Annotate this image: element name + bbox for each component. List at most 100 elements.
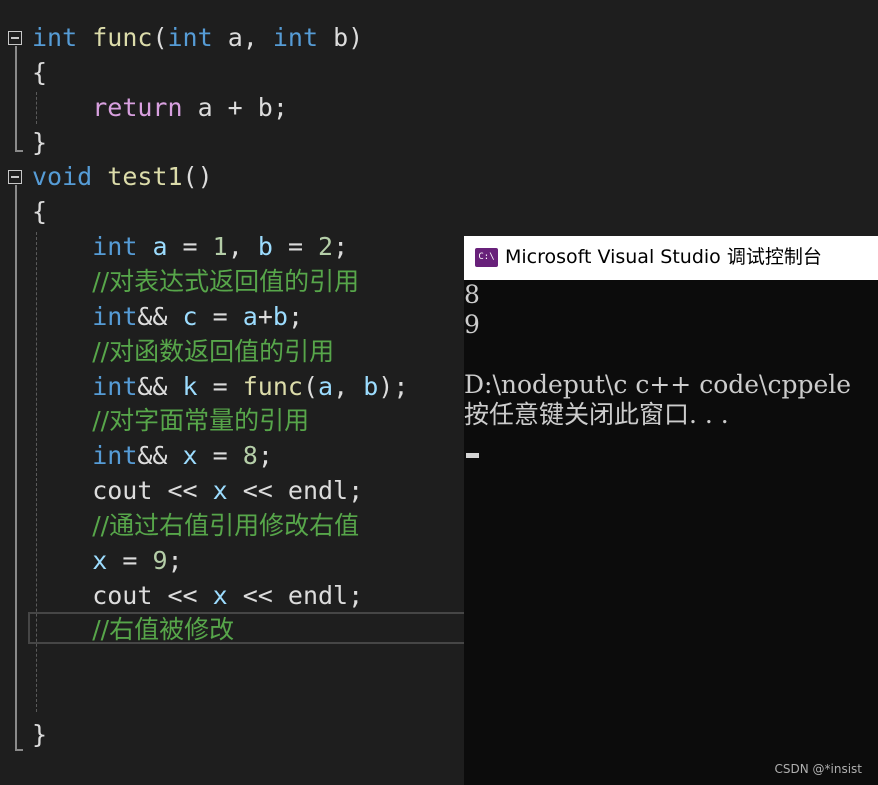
code-token: ; bbox=[287, 302, 303, 331]
code-token: ( bbox=[152, 23, 168, 52]
code-token: int bbox=[167, 23, 213, 52]
code-token: ; bbox=[167, 546, 183, 575]
code-token: x bbox=[182, 441, 198, 470]
code-token: ( bbox=[302, 372, 319, 401]
func-fold-end bbox=[15, 150, 23, 152]
code-token: int bbox=[92, 372, 138, 401]
code-token: x bbox=[92, 546, 108, 575]
code-token: int bbox=[92, 302, 138, 331]
code-line[interactable]: int func(int a, int b) bbox=[32, 21, 363, 55]
code-token: << endl; bbox=[227, 476, 364, 505]
code-token: = bbox=[197, 441, 243, 470]
code-line[interactable]: void test1() bbox=[32, 160, 213, 194]
code-token: //通过右值引用修改右值 bbox=[92, 511, 360, 540]
code-line[interactable]: cout << x << endl; bbox=[32, 474, 363, 508]
code-token: && bbox=[137, 441, 183, 470]
code-token: = bbox=[197, 372, 243, 401]
code-token: //右值被修改 bbox=[92, 615, 235, 644]
code-token: b bbox=[257, 232, 273, 261]
code-editor[interactable]: int func(int a, int b) { return a + b;} vo… bbox=[0, 0, 878, 785]
code-token: { bbox=[32, 58, 48, 87]
code-line[interactable]: int&& c = a+b; bbox=[32, 300, 303, 334]
code-line[interactable]: int&& k = func(a, b); bbox=[32, 370, 408, 404]
code-token: //对函数返回值的引用 bbox=[92, 337, 335, 366]
collapse-func-icon[interactable] bbox=[8, 31, 22, 45]
code-line[interactable]: int&& x = 8; bbox=[32, 439, 273, 473]
code-token: void bbox=[32, 162, 93, 191]
collapse-test1-icon[interactable] bbox=[8, 170, 22, 184]
code-token: c bbox=[182, 302, 198, 331]
code-token: func bbox=[92, 23, 153, 52]
console-cursor bbox=[466, 453, 479, 458]
code-token: , bbox=[227, 232, 258, 261]
vs-console-icon: C:\ bbox=[475, 248, 498, 267]
code-token: b bbox=[272, 302, 288, 331]
code-token: a bbox=[318, 372, 334, 401]
code-line[interactable]: cout << x << endl; bbox=[32, 579, 363, 613]
code-line[interactable]: //对字面常量的引用 bbox=[32, 404, 309, 438]
code-token: } bbox=[32, 128, 48, 157]
test1-fold-line bbox=[15, 185, 17, 749]
code-token: int bbox=[92, 441, 138, 470]
code-token: a, bbox=[212, 23, 273, 52]
code-token: cout << bbox=[32, 581, 213, 610]
code-token: = bbox=[167, 232, 213, 261]
code-token: ; bbox=[333, 232, 349, 261]
console-output-line: 9 bbox=[464, 310, 480, 339]
code-line[interactable]: { bbox=[32, 56, 47, 90]
code-line[interactable]: //对表达式返回值的引用 bbox=[32, 265, 359, 299]
code-token: int bbox=[272, 23, 319, 52]
code-token: return bbox=[92, 93, 183, 122]
func-fold-line bbox=[15, 46, 17, 150]
code-token: = bbox=[197, 302, 243, 331]
code-line[interactable]: //对函数返回值的引用 bbox=[32, 335, 334, 369]
code-token: + bbox=[257, 302, 273, 331]
code-token: = bbox=[272, 232, 319, 261]
console-titlebar[interactable]: C:\ Microsoft Visual Studio 调试控制台 bbox=[464, 236, 878, 280]
code-token: && bbox=[137, 302, 183, 331]
code-token: 2 bbox=[318, 232, 334, 261]
code-token: //对字面常量的引用 bbox=[92, 406, 310, 435]
code-token: x bbox=[212, 581, 228, 610]
console-title: Microsoft Visual Studio 调试控制台 bbox=[505, 246, 822, 268]
code-line[interactable]: int a = 1, b = 2; bbox=[32, 230, 348, 264]
code-token: 8 bbox=[242, 441, 258, 470]
code-token: ); bbox=[378, 372, 409, 401]
code-token: ; bbox=[257, 441, 273, 470]
code-token: int bbox=[92, 232, 138, 261]
code-token: && bbox=[137, 372, 183, 401]
code-line[interactable]: //右值被修改 bbox=[32, 613, 234, 647]
code-line[interactable]: //通过右值引用修改右值 bbox=[32, 509, 359, 543]
console-output-line: 8 bbox=[464, 280, 480, 309]
code-line[interactable]: } bbox=[32, 718, 47, 752]
code-line[interactable]: } bbox=[32, 126, 47, 160]
code-token: func bbox=[242, 372, 303, 401]
code-token: , bbox=[333, 372, 364, 401]
code-token: } bbox=[32, 720, 48, 749]
code-line[interactable]: return a + b; bbox=[32, 91, 288, 125]
code-token: //对表达式返回值的引用 bbox=[92, 267, 360, 296]
code-token: int bbox=[32, 23, 78, 52]
code-token: 9 bbox=[152, 546, 168, 575]
debug-console-window[interactable]: C:\ Microsoft Visual Studio 调试控制台 8 9 D:\n… bbox=[464, 236, 878, 785]
code-token: x bbox=[212, 476, 228, 505]
code-token: () bbox=[182, 162, 213, 191]
code-line[interactable]: { bbox=[32, 195, 47, 229]
code-line[interactable]: x = 9; bbox=[32, 544, 183, 578]
console-output-line: 按任意键关闭此窗口. . . bbox=[464, 400, 729, 429]
code-token: a bbox=[152, 232, 168, 261]
code-token: a bbox=[242, 302, 258, 331]
